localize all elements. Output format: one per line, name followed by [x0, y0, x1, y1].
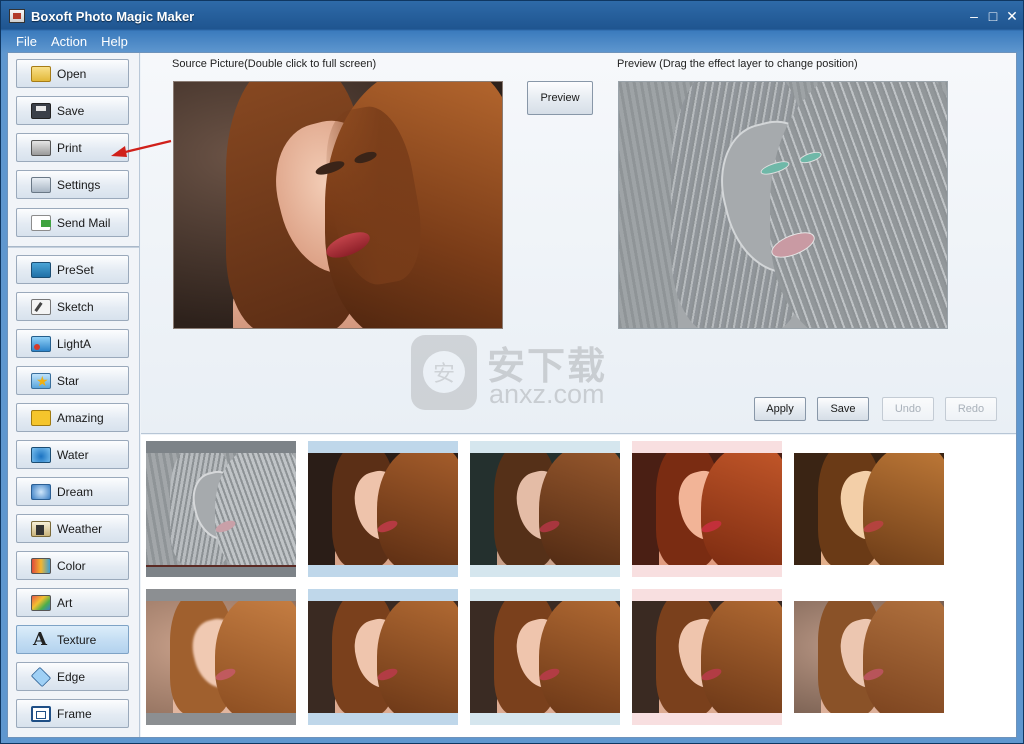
- folder-icon: [31, 65, 51, 82]
- color-label: Color: [57, 558, 86, 573]
- preview-portrait: [619, 82, 947, 328]
- sketch-icon: [31, 298, 51, 315]
- effect-star-button[interactable]: Star: [16, 366, 129, 395]
- undo-button[interactable]: Undo: [882, 397, 934, 421]
- workspace: Source Picture(Double click to full scre…: [141, 53, 1016, 434]
- amazing-icon: [31, 409, 51, 426]
- effect-sketch-button[interactable]: Sketch: [16, 292, 129, 321]
- color-icon: [31, 557, 51, 574]
- thumbnail-texture-10[interactable]: [794, 589, 944, 725]
- effect-lighta-button[interactable]: LightA: [16, 329, 129, 358]
- frame-icon: [31, 705, 51, 722]
- settings-label: Settings: [57, 177, 101, 192]
- open-label: Open: [57, 66, 87, 81]
- title-bar[interactable]: Boxoft Photo Magic Maker – □ ✕: [1, 1, 1023, 31]
- light-icon: [31, 335, 51, 352]
- preset-label: PreSet: [57, 262, 94, 277]
- effect-amazing-button[interactable]: Amazing: [16, 403, 129, 432]
- lighta-label: LightA: [57, 336, 92, 351]
- watermark-logo: 安 安下载 anxz.com: [411, 335, 626, 415]
- thumbnail-texture-5[interactable]: [794, 441, 944, 577]
- thumbnail-texture-3[interactable]: [470, 441, 620, 577]
- mail-icon: [31, 214, 51, 231]
- save-button[interactable]: Save: [16, 96, 129, 125]
- star-icon: [31, 372, 51, 390]
- art-label: Art: [57, 595, 73, 610]
- menu-action[interactable]: Action: [44, 34, 94, 49]
- printer-icon: [31, 139, 51, 156]
- sidebar-divider: [8, 246, 139, 248]
- water-icon: [31, 446, 51, 463]
- preview-picture[interactable]: [618, 81, 948, 329]
- water-label: Water: [57, 447, 89, 462]
- frame-label: Frame: [57, 706, 92, 721]
- maximize-icon[interactable]: □: [986, 9, 1000, 23]
- menu-bar: File Action Help: [1, 31, 1023, 52]
- weather-icon: [31, 520, 51, 537]
- texture-icon: [31, 629, 51, 650]
- source-portrait: [174, 82, 502, 328]
- edge-icon: [30, 666, 52, 687]
- source-caption: Source Picture(Double click to full scre…: [172, 58, 377, 70]
- disk-icon: [31, 102, 51, 119]
- open-button[interactable]: Open: [16, 59, 129, 88]
- effect-art-button[interactable]: Art: [16, 588, 129, 617]
- amazing-label: Amazing: [57, 410, 104, 425]
- redo-button[interactable]: Redo: [945, 397, 997, 421]
- thumbnail-texture-1[interactable]: [146, 441, 296, 577]
- preview-caption: Preview (Drag the effect layer to change…: [617, 58, 858, 70]
- settings-button[interactable]: Settings: [16, 170, 129, 199]
- watermark-en: anxz.com: [489, 379, 605, 409]
- dream-icon: [31, 483, 51, 500]
- apply-button[interactable]: Apply: [754, 397, 806, 421]
- save-effect-button[interactable]: Save: [817, 397, 869, 421]
- effect-edge-button[interactable]: Edge: [16, 662, 129, 691]
- menu-file[interactable]: File: [9, 34, 44, 49]
- sketch-label: Sketch: [57, 299, 94, 314]
- effect-frame-button[interactable]: Frame: [16, 699, 129, 728]
- texture-label: Texture: [57, 632, 97, 647]
- effect-water-button[interactable]: Water: [16, 440, 129, 469]
- thumbnail-texture-6[interactable]: [146, 589, 296, 725]
- thumbnail-texture-2[interactable]: [308, 441, 458, 577]
- effect-preset-button[interactable]: PreSet: [16, 255, 129, 284]
- annotation-arrow-icon: [111, 139, 172, 157]
- settings-icon: [31, 176, 51, 193]
- menu-help[interactable]: Help: [94, 34, 135, 49]
- save-label: Save: [57, 103, 85, 118]
- thumbnail-texture-8[interactable]: [470, 589, 620, 725]
- thumbnail-texture-7[interactable]: [308, 589, 458, 725]
- app-logo-icon: [9, 9, 25, 23]
- dream-label: Dream: [57, 484, 94, 499]
- effect-dream-button[interactable]: Dream: [16, 477, 129, 506]
- effect-color-button[interactable]: Color: [16, 551, 129, 580]
- preview-button[interactable]: Preview: [527, 81, 593, 115]
- effect-thumbnails: [141, 435, 1016, 737]
- shield-icon: 安: [411, 335, 477, 410]
- effect-texture-button[interactable]: Texture: [16, 625, 129, 654]
- minimize-icon[interactable]: –: [967, 9, 981, 23]
- thumbnail-texture-4[interactable]: [632, 441, 782, 577]
- print-label: Print: [57, 140, 82, 155]
- thumbnail-texture-9[interactable]: [632, 589, 782, 725]
- window-title: Boxoft Photo Magic Maker: [31, 8, 195, 24]
- source-picture[interactable]: [173, 81, 503, 329]
- star-label: Star: [57, 373, 80, 388]
- send-mail-button[interactable]: Send Mail: [16, 208, 129, 237]
- app-window: Boxoft Photo Magic Maker – □ ✕ File Acti…: [0, 0, 1024, 744]
- art-icon: [31, 594, 51, 611]
- close-icon[interactable]: ✕: [1005, 9, 1019, 23]
- preset-icon: [31, 261, 51, 278]
- edge-label: Edge: [57, 669, 86, 684]
- weather-label: Weather: [57, 521, 103, 536]
- send-mail-label: Send Mail: [57, 215, 111, 230]
- effect-weather-button[interactable]: Weather: [16, 514, 129, 543]
